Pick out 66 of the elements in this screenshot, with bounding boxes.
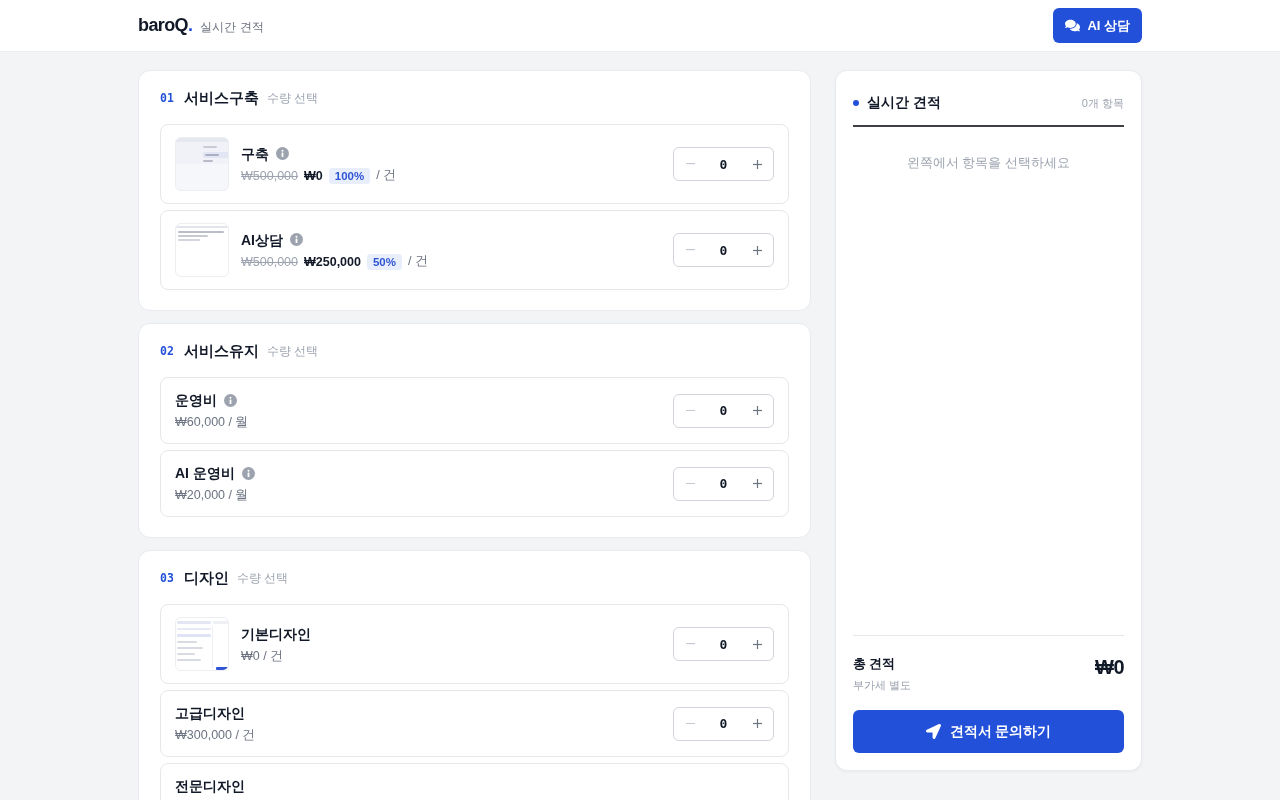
vat-note: 부가세 별도 bbox=[853, 678, 912, 693]
section-number: 03 bbox=[160, 571, 174, 585]
section-title: 디자인 bbox=[183, 568, 229, 588]
plus-icon bbox=[752, 159, 762, 169]
minus-icon bbox=[685, 409, 695, 412]
item-name: 전문디자인 bbox=[175, 777, 245, 796]
minus-icon bbox=[685, 722, 695, 725]
item-name: 운영비 bbox=[175, 391, 217, 410]
discount-badge: 50% bbox=[366, 253, 402, 270]
quantity-field[interactable]: 0 bbox=[706, 403, 741, 418]
submit-inquiry-button[interactable]: 견적서 문의하기 bbox=[853, 710, 1124, 753]
quantity-field[interactable]: 0 bbox=[706, 242, 741, 258]
chat-bubbles-icon bbox=[1065, 18, 1081, 33]
item-name: AI 운영비 bbox=[175, 464, 235, 483]
quantity-field[interactable]: 0 bbox=[706, 716, 741, 731]
thumbnail-drawing bbox=[175, 617, 229, 671]
plus-icon bbox=[752, 719, 762, 728]
thumbnail-drawing bbox=[175, 137, 229, 191]
plus-icon bbox=[752, 245, 762, 255]
discounted-price: ₩0 bbox=[304, 168, 323, 183]
thumbnail-drawing bbox=[175, 223, 229, 277]
info-icon[interactable] bbox=[290, 233, 303, 246]
quantity-field[interactable]: 0 bbox=[706, 636, 741, 652]
ai-consult-button[interactable]: AI 상담 bbox=[1053, 8, 1142, 43]
quantity-field[interactable]: 0 bbox=[706, 156, 741, 172]
page-subtitle: 실시간 견적 bbox=[200, 19, 264, 36]
plus-icon bbox=[752, 479, 762, 488]
section-number: 02 bbox=[160, 344, 174, 358]
plus-icon bbox=[752, 406, 762, 415]
item-count: 0개 항목 bbox=[1081, 95, 1124, 111]
info-icon[interactable] bbox=[276, 147, 289, 160]
discounted-price: ₩250,000 bbox=[304, 254, 361, 269]
total-amount: ₩0 bbox=[1095, 656, 1124, 679]
minus-icon bbox=[685, 249, 695, 251]
section-hint: 수량 선택 bbox=[236, 570, 289, 586]
item-price: ₩60,000 / 월 bbox=[175, 414, 249, 431]
item-name: 기본디자인 bbox=[241, 624, 311, 644]
section-number: 01 bbox=[160, 91, 174, 105]
item-name: 고급디자인 bbox=[175, 704, 245, 723]
original-price: ₩500,000 bbox=[241, 168, 298, 183]
minus-icon bbox=[685, 643, 695, 645]
arrow-icon bbox=[925, 724, 941, 739]
section-hint: 수량 선택 bbox=[266, 343, 319, 359]
info-icon[interactable] bbox=[241, 466, 255, 480]
section-title: 서비스구축 bbox=[183, 88, 259, 108]
logo[interactable]: baroQ. bbox=[138, 15, 193, 36]
panel-title: 실시간 견적 bbox=[867, 94, 941, 112]
original-price: ₩500,000 bbox=[241, 254, 298, 269]
item-price: ₩300,000 / 건 bbox=[175, 727, 256, 744]
item-name: 구축 bbox=[241, 144, 269, 164]
minus-icon bbox=[685, 163, 695, 165]
discount-badge: 100% bbox=[328, 167, 371, 184]
quantity-field[interactable]: 0 bbox=[706, 476, 741, 491]
total-label: 총 견적 bbox=[853, 656, 897, 673]
minus-icon bbox=[685, 482, 695, 485]
item-price: ₩0 / 건 bbox=[241, 647, 285, 665]
section-title: 서비스유지 bbox=[183, 341, 259, 361]
plus-icon bbox=[752, 639, 762, 649]
section-hint: 수량 선택 bbox=[266, 90, 319, 106]
dot-icon bbox=[853, 100, 859, 106]
empty-message: 왼쪽에서 항목을 선택하세요 bbox=[907, 155, 1070, 172]
item-name: AI상담 bbox=[241, 230, 283, 250]
price-unit: / 건 bbox=[408, 253, 428, 270]
item-price: ₩20,000 / 월 bbox=[175, 487, 250, 504]
info-icon[interactable] bbox=[224, 393, 237, 407]
price-unit: / 건 bbox=[376, 167, 397, 184]
